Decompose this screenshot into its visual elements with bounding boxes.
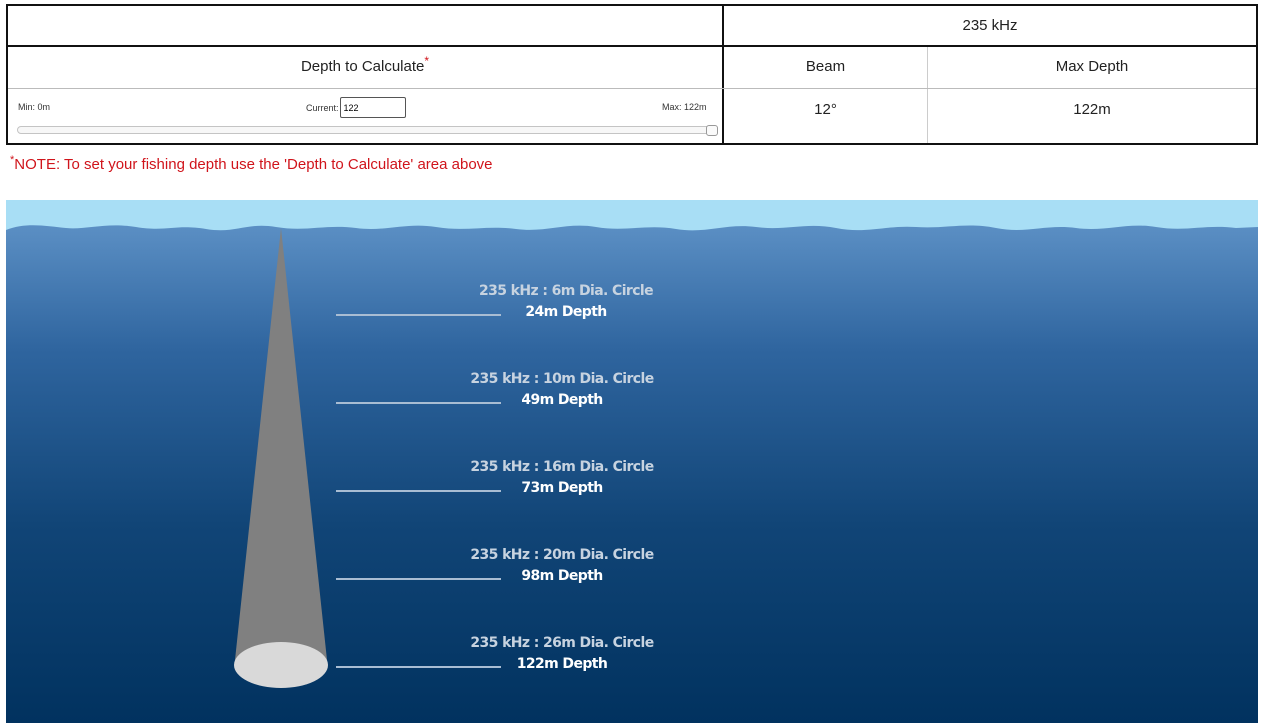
depth-label: 49m Depth [521,392,603,408]
max-depth-header: Max Depth [1055,58,1129,75]
depth-annotation: 235 kHz : 6m Dia. Circle 24m Depth [456,283,676,320]
beam-footprint-circle [234,642,328,688]
note-text: NOTE: To set your fishing depth use the … [14,156,493,173]
depth-label: 24m Depth [525,304,607,320]
depth-slider-track[interactable] [17,126,717,134]
sonar-beam-illustration: 235 kHz : 6m Dia. Circle 24m Depth 235 k… [6,200,1258,723]
depth-to-calculate-header: Depth to Calculate* [8,55,722,75]
current-depth-label: Current: [306,102,339,113]
current-depth-input[interactable] [339,97,406,118]
min-depth-label: Min: 0m [18,102,51,112]
depth-annotation: 235 kHz : 16m Dia. Circle 73m Depth [452,459,672,496]
row-divider [8,45,1256,47]
frequency-header: 235 kHz [962,17,1018,34]
max-depth-value: 122m [1073,101,1111,118]
beam-header: Beam [805,58,846,75]
circle-diameter-label: 235 kHz : 16m Dia. Circle [470,459,654,475]
depth-calculator-table: 235 kHz Depth to Calculate* Beam Max Dep… [6,4,1258,145]
depth-header-label: Depth to Calculate [300,58,425,75]
row-divider [8,88,1256,89]
max-depth-label: Max: 122m [662,102,707,112]
depth-label: 98m Depth [521,568,603,584]
beam-value: 12° [814,101,837,118]
required-marker: * [424,54,430,68]
circle-diameter-label: 235 kHz : 26m Dia. Circle [470,635,654,651]
circle-diameter-label: 235 kHz : 6m Dia. Circle [478,283,654,299]
depth-slider-handle[interactable] [706,125,718,136]
fishing-depth-note: *NOTE: To set your fishing depth use the… [10,155,493,174]
circle-diameter-label: 235 kHz : 20m Dia. Circle [470,547,654,563]
depth-label: 73m Depth [521,480,603,496]
depth-label: 122m Depth [516,656,608,672]
depth-annotation: 235 kHz : 26m Dia. Circle 122m Depth [452,635,672,672]
circle-diameter-label: 235 kHz : 10m Dia. Circle [470,371,654,387]
depth-annotation: 235 kHz : 20m Dia. Circle 98m Depth [452,547,672,584]
depth-annotation: 235 kHz : 10m Dia. Circle 49m Depth [452,371,672,408]
current-depth-field: Current: [306,97,406,118]
